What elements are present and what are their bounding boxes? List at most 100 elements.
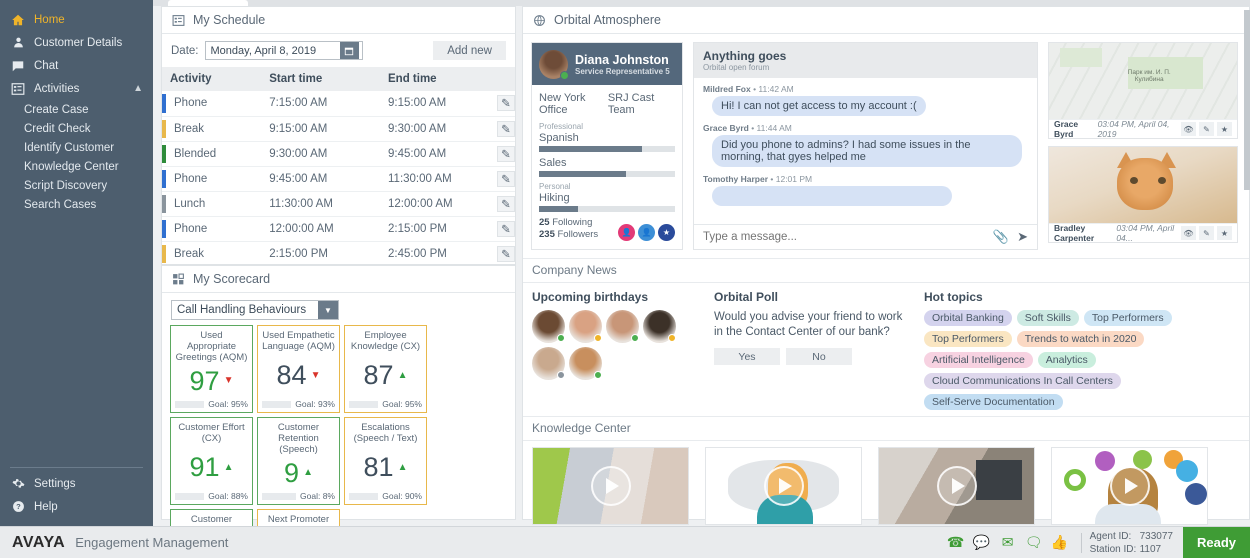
table-row[interactable]: Phone 12:00:00 AM 2:15:00 PM ✎ [162,216,515,242]
video-thumbnail[interactable] [878,447,1035,525]
poll-yes-button[interactable]: Yes [714,348,780,365]
play-icon[interactable] [936,466,977,506]
hot-topic-tag[interactable]: Orbital Banking [924,310,1012,326]
calendar-icon[interactable] [339,42,359,59]
avatar[interactable] [569,310,602,343]
table-row[interactable]: Break 9:15:00 AM 9:30:00 AM ✎ [162,116,515,142]
kpi-card[interactable]: Used Appropriate Greetings (AQM) 97 ▼ Goal:… [170,325,253,413]
scrollbar-thumb[interactable] [1244,10,1250,190]
hot-topic-tag[interactable]: Artificial Intelligence [924,352,1033,368]
user-icon [10,35,26,51]
skill-bar [539,171,675,177]
scorecard-icon [172,273,185,286]
sidebar-item-home[interactable]: Home [0,8,153,31]
poll-title: Orbital Poll [714,290,779,304]
edit-icon[interactable]: ✎ [496,220,515,237]
sidebar-item-chat[interactable]: Chat [0,54,153,77]
star-icon[interactable]: ★ [1217,122,1232,136]
edit-icon[interactable]: ✎ [496,145,515,162]
sidebar-subitem-knowledge-center[interactable]: Knowledge Center [0,157,153,176]
sidebar-subitem-credit-check[interactable]: Credit Check [0,119,153,138]
play-icon[interactable] [763,466,804,506]
hot-topic-tag[interactable]: Top Performers [924,331,1012,347]
thumbs-up-icon[interactable]: 👍 [1047,534,1073,551]
avatar[interactable] [643,310,676,343]
date-input[interactable] [205,44,340,57]
email-icon[interactable]: ✉ [995,534,1021,551]
sidebar-item-customer-details[interactable]: Customer Details [0,31,153,54]
sidebar-item-help[interactable]: ? Help [0,495,153,518]
video-thumbnail[interactable] [1051,447,1208,525]
video-thumbnail[interactable] [705,447,862,525]
paperclip-icon[interactable]: 📎 [993,229,1009,245]
chat-icon[interactable]: 💬 [969,534,995,551]
send-icon[interactable]: ➤ [1017,229,1028,245]
phone-icon[interactable]: ☎ [943,534,969,551]
chevron-down-icon[interactable]: ▼ [318,301,338,319]
play-icon[interactable] [1109,466,1150,506]
kpi-card[interactable]: Customer Retention (Speech) 9 ▲ Goal: 8% [257,417,340,505]
message-time: • 12:01 PM [770,174,813,184]
poll-no-button[interactable]: No [786,348,852,365]
kpi-card[interactable]: Used Empathetic Language (AQM) 84 ▼ Goal: 9… [257,325,340,413]
date-field[interactable] [204,41,363,60]
hot-topic-tag[interactable]: Cloud Communications In Call Centers [924,373,1121,389]
cell-activity: Lunch [162,191,262,217]
kpi-progress-track [349,400,379,408]
table-row[interactable]: Blended 9:30:00 AM 9:45:00 AM ✎ [162,141,515,167]
sidebar-subitem-identify-customer[interactable]: Identify Customer [0,138,153,157]
table-row[interactable]: Phone 7:15:00 AM 9:15:00 AM ✎ [162,91,515,117]
hot-topic-tag[interactable]: Top Performers [1083,310,1172,326]
sidebar-item-activities[interactable]: Activities ▲ [0,77,153,100]
gallery-card[interactable]: Парк им. И. П. Кулибина Grace Byrd 03:04… [1048,42,1238,139]
page-scrollbar[interactable] [1244,6,1250,520]
eye-icon[interactable]: 👁 [1181,122,1196,136]
edit-icon[interactable]: ✎ [1199,122,1214,136]
photo-gallery: Парк им. И. П. Кулибина Grace Byrd 03:04… [1048,42,1238,250]
add-contact-icon[interactable]: 👤 [618,224,635,241]
table-row[interactable]: Break 2:15:00 PM 2:45:00 PM ✎ [162,241,515,267]
edit-icon[interactable]: ✎ [496,95,515,112]
sms-icon[interactable]: 🗨 [1021,534,1047,551]
avatar[interactable] [606,310,639,343]
sidebar-item-label: Help [34,500,58,513]
kpi-card[interactable]: Employee Knowledge (CX) 87 ▲ Goal: 95% [344,325,427,413]
kpi-card[interactable]: Escalations (Speech / Text) 81 ▲ Goal: 90% [344,417,427,505]
sidebar-subitem-label: Create Case [24,103,89,116]
edit-icon[interactable]: ✎ [496,195,515,212]
play-icon[interactable] [590,466,631,506]
kpi-value-row: 91 ▲ [175,444,248,491]
map-park-area [1060,47,1102,68]
edit-icon[interactable]: ✎ [496,245,515,262]
category-select[interactable]: Call Handling Behaviours ▼ [171,300,339,320]
message-input[interactable] [703,231,985,243]
eye-icon[interactable]: 👁 [1181,226,1196,240]
avatar[interactable] [532,310,565,343]
table-row[interactable]: Lunch 11:30:00 AM 12:00:00 AM ✎ [162,191,515,217]
profile-icon[interactable]: 👤 [638,224,655,241]
avatar[interactable] [569,347,602,380]
edit-icon[interactable]: ✎ [496,120,515,137]
avatar[interactable] [532,347,565,380]
table-row[interactable]: Phone 9:45:00 AM 11:30:00 AM ✎ [162,166,515,192]
star-icon[interactable]: ★ [658,224,675,241]
hot-topic-tag[interactable]: Analytics [1037,352,1096,368]
sidebar-subitem-create-case[interactable]: Create Case [0,100,153,119]
hot-topic-tag[interactable]: Trends to watch in 2020 [1016,331,1145,347]
hot-topic-tag[interactable]: Self-Serve Documentation [924,394,1063,410]
gear-icon [10,476,26,492]
gallery-timestamp: 03:04 PM, April 04, 2019 [1097,119,1170,139]
kpi-card[interactable]: Customer Effort (CX) 91 ▲ Goal: 88% [170,417,253,505]
video-thumbnail[interactable] [532,447,689,525]
sidebar-subitem-script-discovery[interactable]: Script Discovery [0,176,153,195]
chat-messages[interactable]: Mildred Fox • 11:42 AM Hi! I can not get … [694,78,1037,224]
gallery-card[interactable]: Bradley Carpenter 03:04 PM, April 04... … [1048,146,1238,243]
edit-icon[interactable]: ✎ [1199,226,1214,240]
agent-status-button[interactable]: Ready [1182,526,1250,558]
edit-icon[interactable]: ✎ [496,170,515,187]
sidebar-subitem-search-cases[interactable]: Search Cases [0,195,153,214]
hot-topic-tag[interactable]: Soft Skills [1016,310,1079,326]
sidebar-item-settings[interactable]: Settings [0,472,153,495]
add-new-button[interactable]: Add new [433,41,506,60]
star-icon[interactable]: ★ [1217,226,1232,240]
